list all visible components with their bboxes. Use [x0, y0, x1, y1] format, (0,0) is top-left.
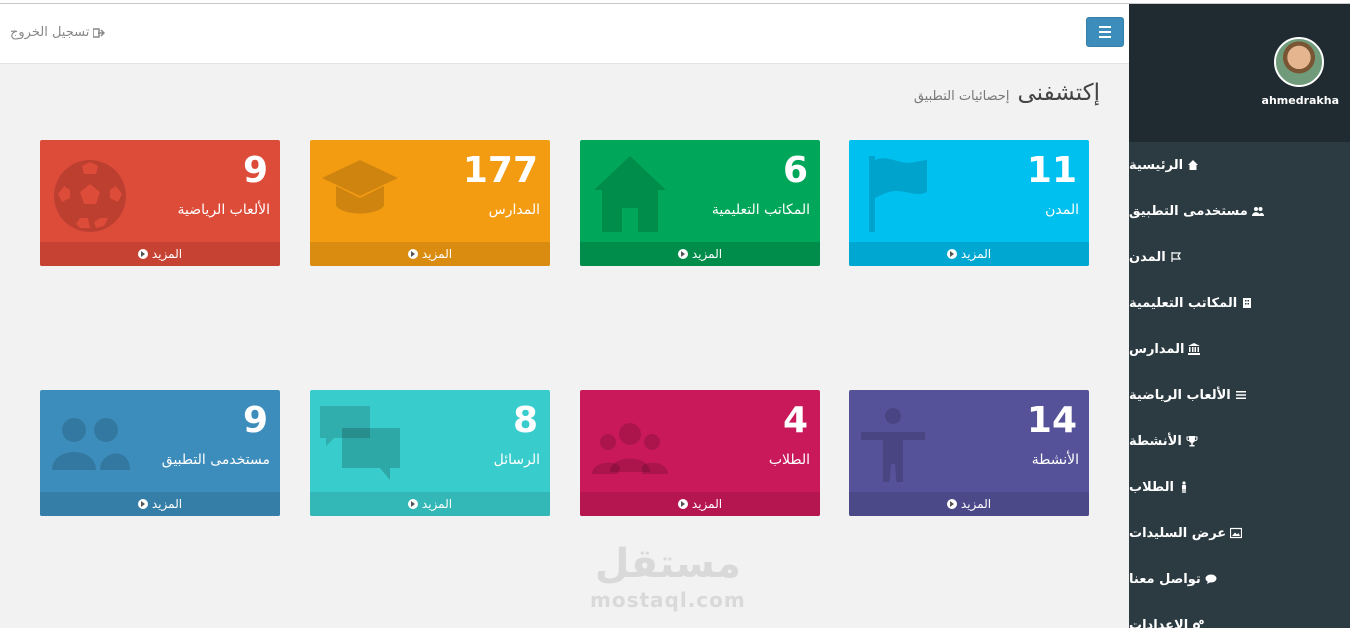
image-icon: [1230, 527, 1243, 539]
sidebar-menu: الرئيسية مستخدمى التطبيق المدن المكاتب ا…: [1129, 142, 1350, 628]
stat-box-cities: 11 المدن المزيد: [849, 140, 1089, 266]
stat-box-students: 4 الطلاب المزيد: [580, 390, 820, 516]
sidebar-item-sports[interactable]: الألعاب الرياضية: [1129, 372, 1350, 418]
watermark-arabic: مستقل: [594, 541, 742, 587]
arrow-circle-icon: [677, 499, 688, 509]
more-link[interactable]: المزيد: [40, 492, 280, 516]
arrow-circle-icon: [137, 249, 148, 259]
arrow-circle-icon: [946, 249, 957, 259]
sidebar-item-students[interactable]: الطلاب: [1129, 464, 1350, 510]
stat-label: المدارس: [488, 202, 540, 218]
username: ahmedrakha: [1261, 94, 1339, 107]
logout-label: تسجيل الخروج: [10, 25, 90, 40]
more-link[interactable]: المزيد: [580, 242, 820, 266]
more-link[interactable]: المزيد: [40, 242, 280, 266]
sidebar: ahmedrakha الرئيسية مستخدمى التطبيق المد…: [1129, 4, 1350, 628]
stat-label: الطلاب: [768, 452, 810, 468]
stat-label: مستخدمى التطبيق: [161, 452, 270, 468]
comments-icon: [320, 406, 400, 480]
stat-value: 6: [782, 150, 808, 191]
stat-label: المدن: [1045, 202, 1079, 218]
stat-label: الرسائل: [493, 452, 540, 468]
stat-box-activities: 14 الأنشطة المزيد: [849, 390, 1089, 516]
user-panel: ahmedrakha: [1129, 4, 1350, 142]
male-icon: [1181, 481, 1186, 493]
stat-value: 177: [462, 150, 538, 191]
cogs-icon: [1193, 619, 1204, 628]
sidebar-item-activities[interactable]: الأنشطة: [1129, 418, 1350, 464]
avatar: [1274, 37, 1324, 87]
stat-box-sports: 9 الألعاب الرياضية المزيد: [40, 140, 280, 266]
stat-box-messages: 8 الرسائل المزيد: [310, 390, 550, 516]
comment-icon: [1205, 574, 1217, 584]
list-icon: [1235, 391, 1246, 399]
stat-label: الأنشطة: [1031, 452, 1079, 468]
more-link[interactable]: المزيد: [310, 492, 550, 516]
group-icon: [592, 423, 668, 474]
home-icon: [594, 156, 666, 232]
sidebar-item-contact-us[interactable]: تواصل معنا: [1129, 556, 1350, 602]
graduation-cap-icon: [322, 160, 398, 214]
page-title: إكتشفنى: [1017, 80, 1100, 106]
sidebar-item-slideshow[interactable]: عرض السليدات: [1129, 510, 1350, 556]
stat-value: 9: [242, 150, 268, 191]
stat-box-education-offices: 6 المكاتب التعليمية المزيد: [580, 140, 820, 266]
hamburger-icon: [1099, 26, 1111, 28]
logout-link[interactable]: تسجيل الخروج: [10, 25, 106, 40]
arrow-circle-icon: [677, 249, 688, 259]
stat-box-schools: 177 المدارس المزيد: [310, 140, 550, 266]
arrow-circle-icon: [946, 499, 957, 509]
watermark: مستقل mostaql.com: [590, 540, 746, 612]
flag-icon: [1171, 252, 1181, 262]
sidebar-item-home[interactable]: الرئيسية: [1129, 142, 1350, 188]
users-icon: [52, 418, 130, 470]
page-subtitle: إحصائيات التطبيق: [913, 89, 1010, 104]
main-content: تسجيل الخروج إكتشفنى إحصائيات التطبيق 11…: [0, 4, 1129, 628]
top-navbar: تسجيل الخروج: [0, 4, 1129, 64]
person-icon: [861, 408, 925, 482]
home-icon: [1188, 160, 1199, 170]
sidebar-item-settings[interactable]: الاعدادات: [1129, 602, 1350, 628]
trophy-icon: [1186, 436, 1198, 447]
more-link[interactable]: المزيد: [849, 492, 1089, 516]
stat-box-app-users: 9 مستخدمى التطبيق المزيد: [40, 390, 280, 516]
sidebar-item-cities[interactable]: المدن: [1129, 234, 1350, 280]
watermark-latin: mostaql.com: [590, 588, 746, 612]
sign-out-icon: [93, 27, 106, 38]
soccer-ball-icon: [54, 160, 126, 232]
more-link[interactable]: المزيد: [849, 242, 1089, 266]
stat-value: 11: [1026, 150, 1077, 191]
stat-value: 4: [782, 400, 808, 441]
stat-value: 8: [512, 400, 538, 441]
sidebar-item-education-offices[interactable]: المكاتب التعليمية: [1129, 280, 1350, 326]
building-icon: [1243, 298, 1252, 308]
page-header: إكتشفنى إحصائيات التطبيق: [914, 80, 1100, 106]
arrow-circle-icon: [137, 499, 148, 509]
more-link[interactable]: المزيد: [310, 242, 550, 266]
stat-label: المكاتب التعليمية: [711, 202, 810, 218]
sidebar-item-schools[interactable]: المدارس: [1129, 326, 1350, 372]
sidebar-toggle-button[interactable]: [1086, 17, 1124, 47]
stat-value: 14: [1026, 400, 1077, 441]
more-link[interactable]: المزيد: [580, 492, 820, 516]
flag-icon: [869, 156, 927, 232]
stat-value: 9: [242, 400, 268, 441]
sidebar-item-app-users[interactable]: مستخدمى التطبيق: [1129, 188, 1350, 234]
arrow-circle-icon: [407, 499, 418, 509]
users-icon: [1251, 207, 1264, 216]
stat-label: الألعاب الرياضية: [177, 202, 270, 218]
arrow-circle-icon: [407, 249, 418, 259]
institution-icon: [1188, 343, 1201, 355]
